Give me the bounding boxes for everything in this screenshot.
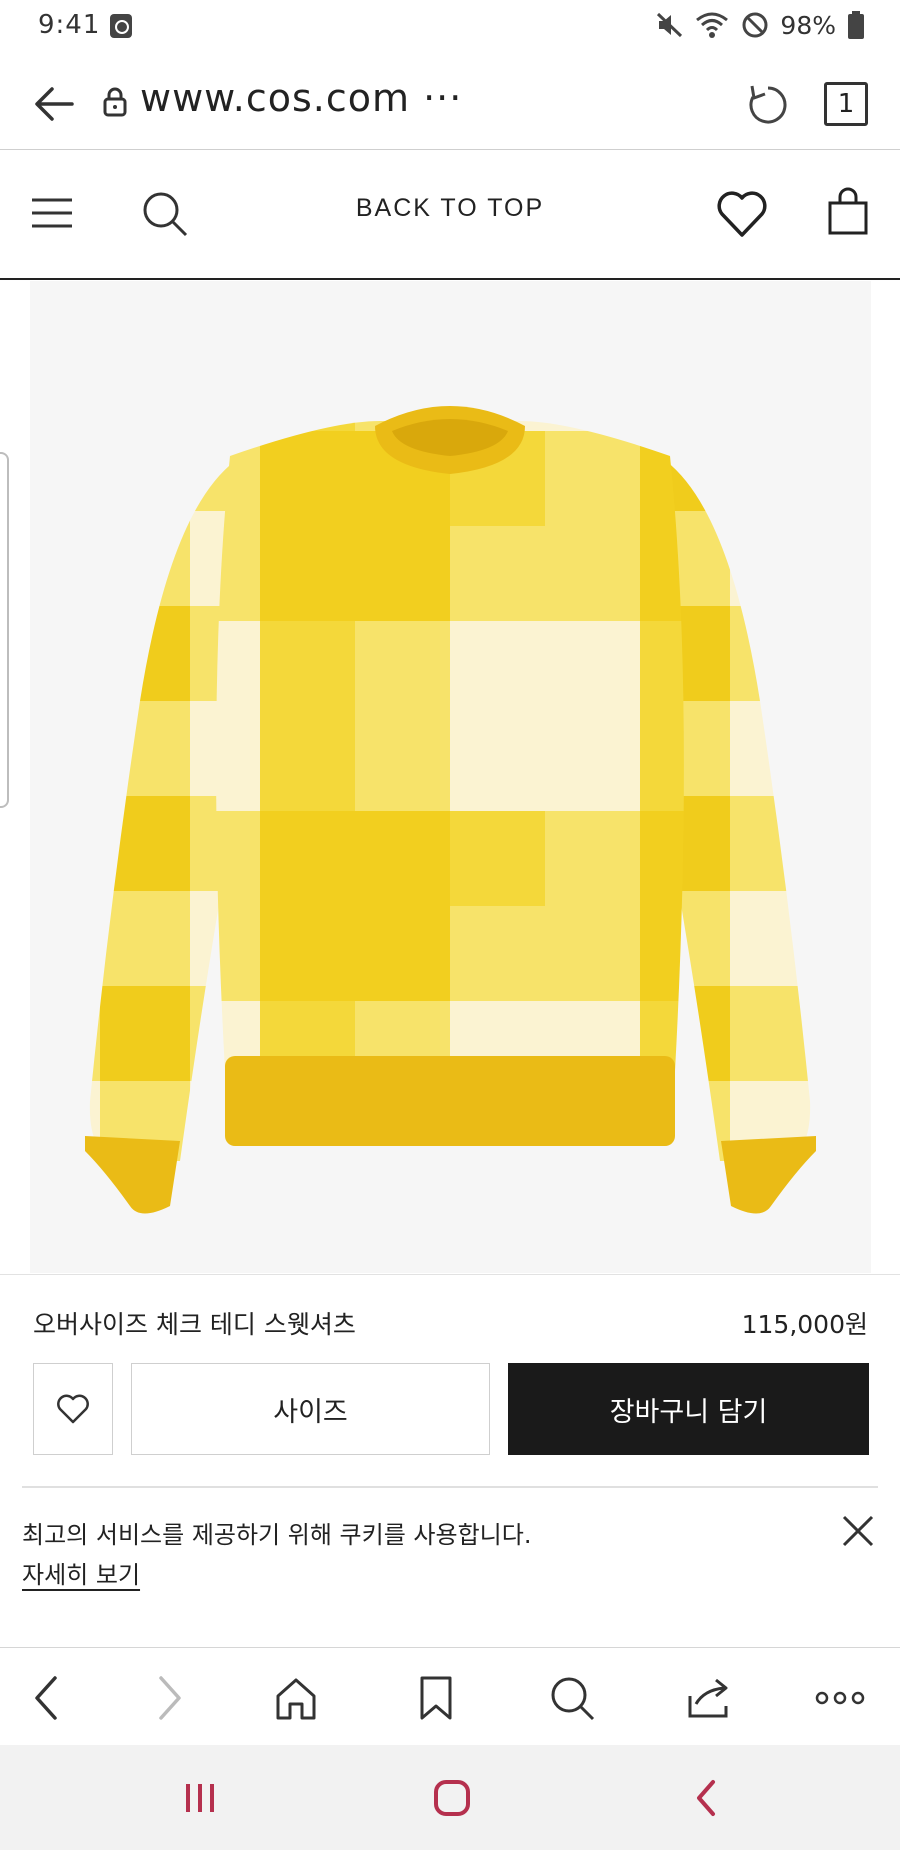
product-price: 115,000원 bbox=[741, 1310, 868, 1339]
notification-icon bbox=[110, 14, 132, 38]
shopping-bag-icon[interactable] bbox=[826, 187, 870, 237]
url-field[interactable]: www.cos.com ··· bbox=[140, 76, 462, 120]
cookie-message: 최고의 서비스를 제공하기 위해 쿠키를 사용합니다. bbox=[22, 1521, 532, 1549]
system-back-button[interactable] bbox=[676, 1771, 736, 1825]
browser-more-button[interactable] bbox=[810, 1668, 870, 1728]
browser-address-bar: www.cos.com ··· 1 bbox=[0, 58, 900, 150]
add-to-cart-button[interactable]: 장바구니 담기 bbox=[508, 1363, 869, 1455]
browser-share-button[interactable] bbox=[678, 1668, 738, 1728]
more-icon bbox=[815, 1691, 865, 1705]
tab-count-button[interactable]: 1 bbox=[824, 82, 868, 126]
mute-icon bbox=[657, 12, 683, 38]
system-home-button[interactable] bbox=[422, 1771, 482, 1825]
site-header: BACK TO TOP bbox=[0, 151, 900, 280]
battery-percent: 98% bbox=[780, 10, 836, 40]
product-image[interactable] bbox=[30, 281, 871, 1273]
browser-back-button[interactable] bbox=[16, 1668, 76, 1728]
chevron-right-icon bbox=[159, 1676, 181, 1720]
browser-forward-button[interactable] bbox=[140, 1668, 200, 1728]
size-select-button[interactable]: 사이즈 bbox=[131, 1363, 490, 1455]
heart-icon[interactable] bbox=[716, 189, 768, 239]
browser-toolbar bbox=[0, 1647, 900, 1745]
cookie-details-link[interactable]: 자세히 보기 bbox=[22, 1555, 140, 1590]
do-not-disturb-icon bbox=[742, 12, 768, 38]
product-info-panel: 오버사이즈 체크 테디 스웻셔츠 115,000원 사이즈 장바구니 담기 최고… bbox=[0, 1274, 900, 1644]
share-icon bbox=[688, 1678, 728, 1718]
home-icon bbox=[276, 1678, 316, 1720]
add-to-wishlist-button[interactable] bbox=[33, 1363, 113, 1455]
reload-icon[interactable] bbox=[744, 78, 792, 130]
status-time: 9:41 bbox=[38, 10, 101, 40]
divider bbox=[22, 1486, 878, 1488]
system-navigation-bar bbox=[0, 1745, 900, 1850]
status-bar: 9:41 98% bbox=[0, 0, 900, 52]
status-icons: 98% bbox=[654, 10, 866, 40]
lock-icon bbox=[103, 87, 127, 117]
recent-apps-icon bbox=[186, 1784, 214, 1812]
heart-icon bbox=[57, 1394, 89, 1424]
side-panel-handle[interactable] bbox=[0, 452, 9, 808]
product-name: 오버사이즈 체크 테디 스웻셔츠 bbox=[33, 1310, 356, 1339]
home-square-icon bbox=[434, 1780, 470, 1816]
chevron-left-icon bbox=[35, 1676, 57, 1720]
browser-home-button[interactable] bbox=[266, 1668, 326, 1728]
browser-search-button[interactable] bbox=[542, 1668, 602, 1728]
browser-bookmark-button[interactable] bbox=[406, 1668, 466, 1728]
sweater-illustration bbox=[85, 406, 816, 1214]
close-icon[interactable] bbox=[838, 1511, 878, 1551]
arrow-left-icon[interactable] bbox=[30, 80, 78, 128]
back-chevron-icon bbox=[697, 1780, 715, 1816]
search-icon bbox=[551, 1677, 595, 1721]
battery-icon bbox=[848, 11, 864, 39]
bookmark-icon bbox=[420, 1676, 452, 1720]
recent-apps-button[interactable] bbox=[170, 1771, 230, 1825]
wifi-icon bbox=[696, 12, 729, 38]
